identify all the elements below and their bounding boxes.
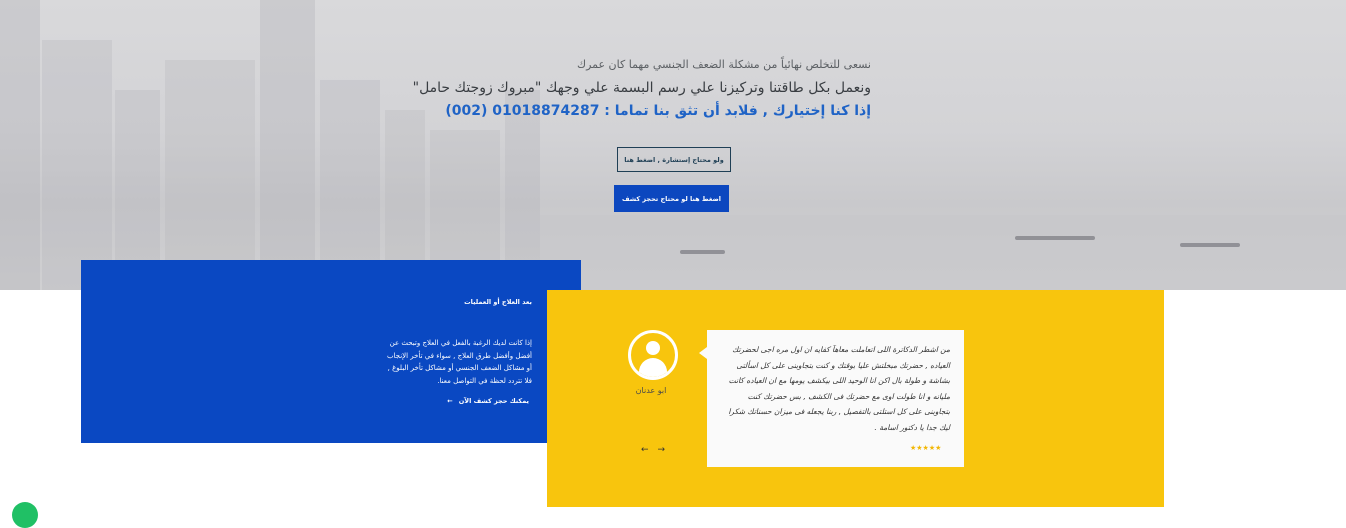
consultation-button[interactable]: ولو محتاج إستشارة , اضغط هنا (617, 147, 731, 172)
testimonial-text: من اشطر الدكاترة اللى اتعاملت معاهآ كفاي… (728, 345, 950, 432)
star-rating: ★★★★★ (910, 444, 942, 452)
hero-phone-line: إذا كنا إختيارك , فلابد أن تثق بنا تماما… (445, 103, 871, 119)
testimonial-box: من اشطر الدكاترة اللى اتعاملت معاهآ كفاي… (699, 330, 964, 467)
hero-section: نسعى للتخلص نهائياً من مشكلة الضعف الجنس… (0, 0, 1346, 290)
chat-icon[interactable] (12, 502, 38, 528)
arrow-left-icon: ← (447, 397, 453, 405)
book-appointment-button[interactable]: اضغط هنا لو محتاج تحجز كشف (614, 185, 729, 212)
arrow-left-icon[interactable]: ← (641, 445, 649, 455)
treatment-card: بعد العلاج أو العمليات إذا كانت لديك الر… (81, 260, 581, 443)
treatment-card-title: بعد العلاج أو العمليات (464, 298, 532, 306)
user-avatar-icon (628, 330, 678, 380)
book-now-link[interactable]: يمكنك حجز كشف الآن ← (447, 397, 529, 405)
hero-tagline: ونعمل بكل طاقتنا وتركيزنا علي رسم البسمة… (412, 80, 871, 96)
reviewer-name: ابو عدنان (635, 386, 667, 395)
arrow-right-icon[interactable]: → (658, 445, 666, 455)
treatment-card-text: إذا كانت لديك الرغبة بالفعل في العلاج وت… (386, 339, 532, 385)
testimonial-nav: ← → (641, 445, 665, 455)
testimonials-section: ابو عدنان ← → من اشطر الدكاترة اللى اتعا… (547, 290, 1164, 507)
hero-subtitle: نسعى للتخلص نهائياً من مشكلة الضعف الجنس… (577, 58, 871, 71)
book-now-label: يمكنك حجز كشف الآن (458, 397, 529, 405)
